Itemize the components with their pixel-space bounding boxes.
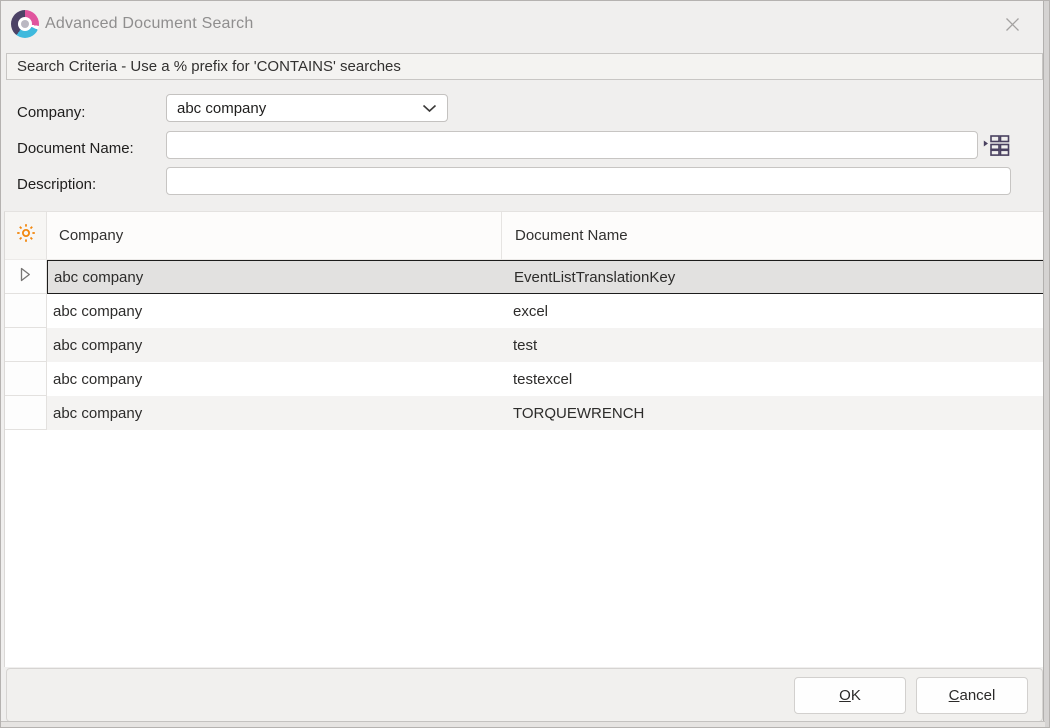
row-selector-cell[interactable] xyxy=(5,362,47,396)
row-selector-cell[interactable] xyxy=(5,294,47,328)
row-selector-cell[interactable] xyxy=(5,260,47,294)
document-name-label: Document Name: xyxy=(17,140,134,157)
table-row[interactable]: abc company test xyxy=(5,328,1044,362)
row-selector-cell[interactable] xyxy=(5,328,47,362)
results-grid: Company Document Name abc company EventL… xyxy=(4,211,1044,667)
titlebar: Advanced Document Search xyxy=(1,1,1049,47)
cancel-button[interactable]: Cancel xyxy=(916,677,1028,714)
description-input[interactable] xyxy=(166,167,1011,195)
cell-company: abc company xyxy=(47,396,501,430)
cell-document-name: EventListTranslationKey xyxy=(502,261,1043,293)
ok-button[interactable]: OK xyxy=(794,677,906,714)
cell-company: abc company xyxy=(48,261,502,293)
company-dropdown[interactable]: abc company xyxy=(166,94,448,122)
table-row[interactable]: abc company excel xyxy=(5,294,1044,328)
table-row[interactable]: abc company testexcel xyxy=(5,362,1044,396)
close-icon[interactable] xyxy=(1001,13,1023,35)
cancel-rest: ancel xyxy=(959,687,995,704)
sun-icon xyxy=(15,222,37,249)
app-logo-icon xyxy=(11,10,39,38)
ok-rest: K xyxy=(851,687,861,704)
company-dropdown-value: abc company xyxy=(177,100,266,117)
chevron-down-icon xyxy=(422,104,437,113)
ok-mnemonic: O xyxy=(839,687,851,704)
row-selector-cell[interactable] xyxy=(5,396,47,430)
window-bottom-edge xyxy=(1,721,1045,727)
table-row[interactable]: abc company TORQUEWRENCH xyxy=(5,396,1044,430)
cell-document-name: excel xyxy=(501,294,1044,328)
cell-document-name: testexcel xyxy=(501,362,1044,396)
search-criteria-header: Search Criteria - Use a % prefix for 'CO… xyxy=(6,53,1043,80)
grid-header-row: Company Document Name xyxy=(5,212,1044,260)
footer-bar: OK Cancel xyxy=(6,668,1043,722)
table-row[interactable]: abc company EventListTranslationKey xyxy=(5,260,1044,294)
description-label: Description: xyxy=(17,176,96,193)
advanced-document-search-dialog: Advanced Document Search Search Criteria… xyxy=(0,0,1050,728)
cell-company: abc company xyxy=(47,362,501,396)
cell-company: abc company xyxy=(47,294,501,328)
company-label: Company: xyxy=(17,104,85,121)
cancel-mnemonic: C xyxy=(949,687,960,704)
window-title: Advanced Document Search xyxy=(45,1,253,47)
column-header-company[interactable]: Company xyxy=(47,212,502,260)
grid-corner-cell[interactable] xyxy=(5,212,47,260)
cell-document-name: test xyxy=(501,328,1044,362)
cell-document-name: TORQUEWRENCH xyxy=(501,396,1044,430)
column-header-document-name[interactable]: Document Name xyxy=(502,212,1044,260)
current-row-marker-icon xyxy=(20,267,31,287)
window-right-edge xyxy=(1043,1,1049,727)
document-name-input[interactable] xyxy=(166,131,978,159)
table-lookup-icon[interactable] xyxy=(981,131,1011,159)
cell-company: abc company xyxy=(47,328,501,362)
